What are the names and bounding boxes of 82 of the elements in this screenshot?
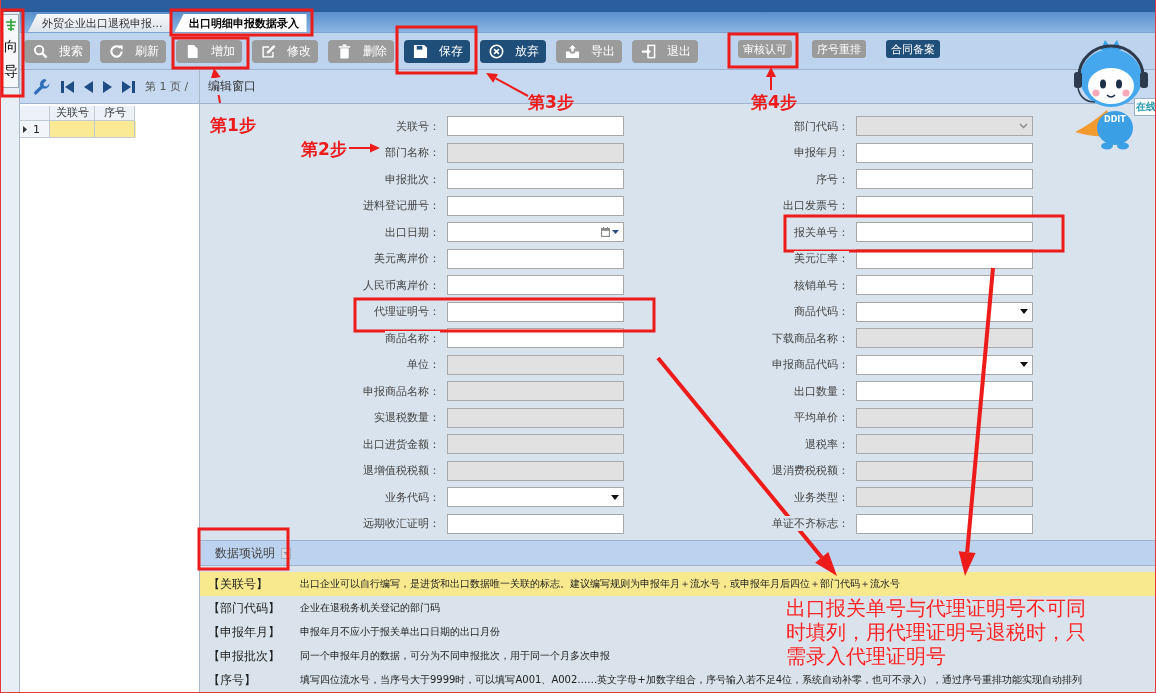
input-field[interactable] bbox=[856, 513, 1033, 534]
toolbar-button[interactable]: 放弃 bbox=[480, 40, 546, 63]
help-row[interactable]: 【申报批次】 同一个申报年月的数据，可分为不同申报批次，用于同一个月多次申报 bbox=[200, 644, 610, 668]
dropdown-field[interactable] bbox=[856, 354, 1033, 375]
row-number: 1 bbox=[33, 122, 40, 136]
grid-cell bbox=[95, 121, 135, 138]
exit-icon bbox=[641, 44, 656, 59]
trash-icon bbox=[337, 44, 352, 59]
tab[interactable]: 出口明细申报数据录入 bbox=[174, 14, 307, 32]
help-term: 【申报年月】 bbox=[208, 623, 281, 641]
current-row-icon bbox=[23, 125, 27, 133]
help-term: 【关联号】 bbox=[208, 575, 269, 593]
step-label: 第4步 bbox=[751, 92, 797, 112]
input-field[interactable] bbox=[447, 169, 624, 190]
calendar-icon bbox=[601, 227, 610, 238]
input-field[interactable] bbox=[856, 275, 1033, 296]
step-label: 第1步 bbox=[210, 115, 256, 135]
help-term: 【序号】 bbox=[208, 671, 257, 689]
annotation-arrow bbox=[210, 68, 221, 104]
panel-title: 编辑窗口 bbox=[208, 78, 256, 95]
input-field[interactable] bbox=[447, 116, 624, 137]
grid-row[interactable]: 1 bbox=[20, 121, 136, 138]
dropdown-toggle-icon[interactable] bbox=[281, 547, 291, 559]
help-title: 数据项说明 bbox=[215, 544, 275, 562]
next-page-icon[interactable] bbox=[103, 79, 112, 94]
input-field[interactable] bbox=[856, 195, 1033, 216]
edit-icon bbox=[261, 44, 276, 59]
input-field[interactable] bbox=[447, 248, 624, 269]
annotation-arrow bbox=[766, 67, 776, 91]
save-icon bbox=[413, 44, 428, 59]
help-text: 申报年月不应小于报关单出口日期的出口月份 bbox=[300, 625, 500, 639]
step-label: 第2步 bbox=[301, 139, 347, 159]
help-row[interactable]: 【序号】 填写四位流水号，当序号大于9999时，可以填写A001、A002……英文字母+加数字组合，序号输入若不足4位，系统自动补零，也可不录入），通过序号重排功能实现自动排列 bbox=[200, 668, 1083, 692]
help-term: 【申报批次】 bbox=[208, 647, 281, 665]
help-term: 【部门代码】 bbox=[208, 599, 281, 617]
field-label: 美元汇率： bbox=[794, 251, 849, 267]
wrench-icon[interactable] bbox=[33, 77, 51, 96]
input-field[interactable] bbox=[447, 275, 624, 296]
input-field[interactable] bbox=[856, 142, 1033, 163]
input-field[interactable] bbox=[856, 381, 1033, 402]
column-header: 序号 bbox=[95, 106, 135, 121]
page-label: 第 1 页 / bbox=[145, 79, 189, 94]
annotation-arrow bbox=[486, 73, 529, 97]
tree-icon bbox=[4, 19, 17, 31]
tray-arrow-icon bbox=[565, 44, 580, 59]
dropdown-field[interactable] bbox=[447, 487, 624, 508]
help-row[interactable]: 【部门代码】 企业在退税务机关登记的部门码 bbox=[200, 596, 440, 620]
caret-down-icon bbox=[612, 230, 619, 235]
help-text: 填写四位流水号，当序号大于9999时，可以填写A001、A002……英文字母+加数字组合，序号输入若不足4位，系统自动补零，也可不录入），通过序号重排功能实现自动排列 bbox=[300, 673, 1083, 687]
mascot-badge-text: DDIT bbox=[1104, 115, 1126, 124]
date-field[interactable] bbox=[447, 222, 624, 243]
search-icon bbox=[33, 44, 48, 59]
annotation-note: 出口报关单号与代理证明号不可同时填列，用代理证明号退税时，只需录入代理证明号 bbox=[786, 596, 1087, 668]
help-text: 企业在退税务机关登记的部门码 bbox=[300, 601, 440, 615]
refresh-icon bbox=[109, 44, 124, 59]
step-label: 第3步 bbox=[528, 92, 574, 112]
toolbar-button[interactable]: 保存 bbox=[404, 40, 470, 63]
document-icon bbox=[185, 44, 200, 59]
tab[interactable]: 外贸企业出口退税申报... bbox=[28, 14, 171, 32]
highlight-box bbox=[727, 32, 799, 69]
help-row[interactable]: 【申报年月】 申报年月不应小于报关单出口日期的出口月份 bbox=[200, 620, 500, 644]
input-field[interactable] bbox=[447, 195, 624, 216]
previous-page-icon[interactable] bbox=[84, 79, 93, 94]
caret-down-icon bbox=[611, 494, 619, 500]
annotation-arrow bbox=[348, 143, 380, 153]
dropdown-field[interactable] bbox=[856, 301, 1033, 322]
input-field[interactable] bbox=[447, 513, 624, 534]
last-page-icon[interactable] bbox=[122, 79, 135, 94]
help-row[interactable]: 【关联号】 出口企业可以自行编写，是进货和出口数据唯一关联的标志。建议编写规则为申报年月＋流水号，或申报年月后四位＋部门代码＋流水号 bbox=[200, 572, 1155, 596]
grid-cell bbox=[50, 121, 95, 138]
caret-down-icon bbox=[1020, 362, 1028, 368]
column-header: 关联号 bbox=[50, 106, 95, 121]
chevron-down-icon bbox=[1019, 123, 1028, 130]
help-text: 出口企业可以自行编写，是进货和出口数据唯一关联的标志。建议编写规则为申报年月＋流水号，或申报年月后四位＋部门代码＋流水号 bbox=[300, 577, 900, 591]
caret-down-icon bbox=[1020, 309, 1028, 315]
input-field[interactable] bbox=[447, 301, 624, 322]
input-field[interactable] bbox=[856, 169, 1033, 190]
toolbar-button[interactable]: 合同备案 bbox=[886, 40, 940, 58]
help-text: 同一个申报年月的数据，可分为不同申报批次，用于同一个月多次申报 bbox=[300, 649, 610, 663]
input-field[interactable] bbox=[856, 222, 1033, 243]
x-circle-icon bbox=[489, 44, 504, 59]
first-page-icon[interactable] bbox=[61, 79, 74, 94]
